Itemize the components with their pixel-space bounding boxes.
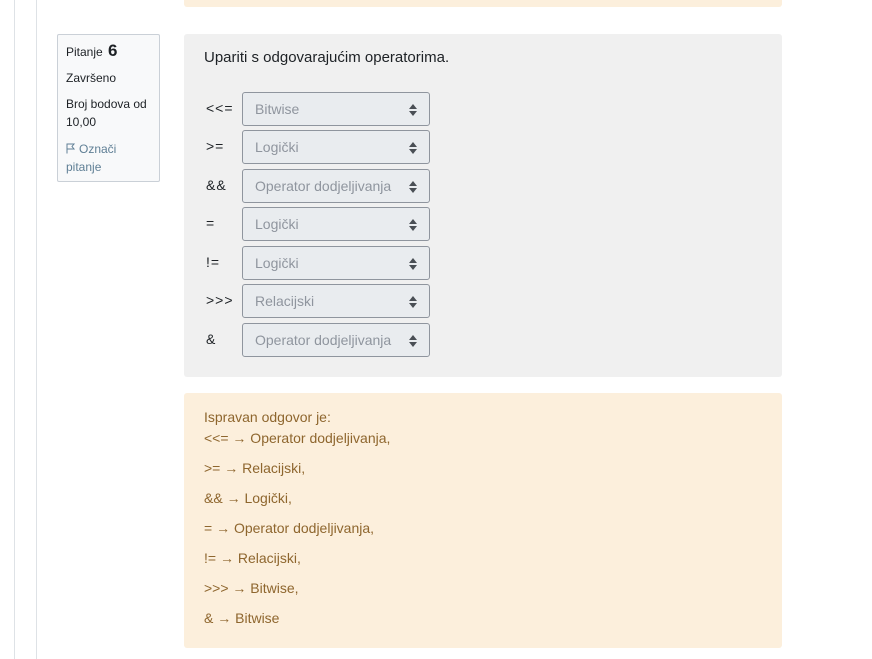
feedback-line: && → Logički, — [204, 490, 292, 506]
match-stem: & — [206, 331, 217, 347]
sort-arrows-icon — [409, 335, 417, 347]
sort-arrows-icon — [409, 296, 417, 308]
answer-select[interactable]: Operator dodjeljivanja — [242, 169, 430, 203]
match-row: = Logički — [204, 207, 434, 243]
feedback-line: != → Relacijski, — [204, 550, 301, 566]
question-grade: Broj bodova od 10,00 — [66, 97, 147, 129]
sort-arrows-icon — [409, 181, 417, 193]
sort-arrows-icon — [409, 142, 417, 154]
question-content: Upariti s odgovarajućim operatorima. <<=… — [184, 34, 782, 377]
feedback-line: = → Operator dodjeljivanja, — [204, 520, 375, 536]
feedback-title: Ispravan odgovor je: — [204, 409, 331, 425]
feedback-line: >= → Relacijski, — [204, 460, 306, 476]
feedback-line: & → Bitwise — [204, 610, 280, 626]
question-number: 6 — [108, 41, 118, 60]
match-row: & Operator dodjeljivanja — [204, 323, 434, 359]
match-stem: >= — [206, 138, 225, 154]
match-stem: != — [206, 254, 221, 270]
answer-select-value: Logički — [255, 255, 299, 271]
page-rail-line — [14, 0, 15, 659]
correct-answer-feedback: Ispravan odgovor je: <<= → Operator dodj… — [184, 393, 782, 648]
question-state: Završeno — [66, 71, 117, 85]
answer-select-value: Relacijski — [255, 293, 315, 309]
answer-select[interactable]: Logički — [242, 207, 430, 241]
question-text: Upariti s odgovarajućim operatorima. — [204, 49, 450, 66]
question-label: Pitanje — [66, 45, 103, 59]
answer-select-value: Operator dodjeljivanja — [255, 332, 392, 348]
answer-select-value: Logički — [255, 139, 299, 155]
match-row: >>> Relacijski — [204, 284, 434, 320]
match-stem: && — [206, 177, 227, 193]
match-row: <<= Bitwise — [204, 92, 434, 128]
flag-icon — [66, 143, 76, 154]
sort-arrows-icon — [409, 219, 417, 231]
flag-question-link[interactable]: Označi pitanje — [66, 140, 151, 176]
sort-arrows-icon — [409, 258, 417, 270]
match-stem: <<= — [206, 100, 234, 116]
answer-select[interactable]: Bitwise — [242, 92, 430, 126]
previous-feedback-box — [184, 0, 782, 7]
match-row: && Operator dodjeljivanja — [204, 169, 434, 205]
answer-select[interactable]: Relacijski — [242, 284, 430, 318]
answer-select-value: Bitwise — [255, 101, 300, 117]
match-row: != Logički — [204, 246, 434, 282]
sort-arrows-icon — [409, 104, 417, 116]
match-stem: >>> — [206, 292, 234, 308]
answer-select-value: Operator dodjeljivanja — [255, 178, 392, 194]
answer-select[interactable]: Logički — [242, 130, 430, 164]
question-number-line: Pitanje 6 — [66, 42, 151, 61]
answer-select-value: Logički — [255, 216, 299, 232]
feedback-line: >>> → Bitwise, — [204, 580, 299, 596]
page-rail-line — [36, 0, 37, 659]
match-stem: = — [206, 215, 216, 231]
match-row: >= Logički — [204, 130, 434, 166]
feedback-line: <<= → Operator dodjeljivanja, — [204, 430, 391, 446]
answer-select[interactable]: Operator dodjeljivanja — [242, 323, 430, 357]
question-info-box: Pitanje 6 Završeno Broj bodova od 10,00 … — [57, 34, 160, 182]
answer-select[interactable]: Logički — [242, 246, 430, 280]
